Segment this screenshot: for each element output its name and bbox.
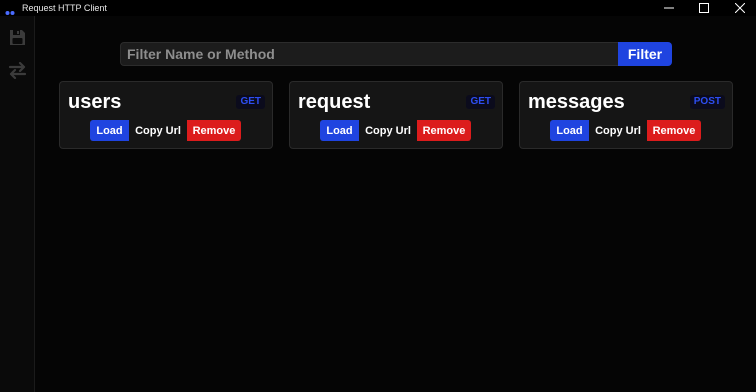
sidebar-item-save[interactable] bbox=[7, 27, 27, 47]
method-badge: POST bbox=[689, 95, 725, 109]
method-badge: GET bbox=[466, 95, 495, 109]
save-icon bbox=[9, 29, 25, 45]
close-button[interactable] bbox=[727, 0, 753, 16]
card-actions: Load Copy Url Remove bbox=[550, 120, 701, 141]
title-bar: Request HTTP Client bbox=[0, 0, 756, 16]
request-name: messages bbox=[528, 91, 625, 113]
load-button[interactable]: Load bbox=[90, 120, 129, 141]
app-logo-icon bbox=[5, 4, 15, 15]
remove-button[interactable]: Remove bbox=[187, 120, 241, 141]
remove-button[interactable]: Remove bbox=[417, 120, 471, 141]
method-badge: GET bbox=[236, 95, 265, 109]
request-name: users bbox=[68, 91, 122, 113]
card-actions: Load Copy Url Remove bbox=[320, 120, 471, 141]
request-card-request: request GET Load Copy Url Remove bbox=[289, 81, 503, 149]
copy-url-button[interactable]: Copy Url bbox=[129, 120, 187, 141]
request-card-users: users GET Load Copy Url Remove bbox=[59, 81, 273, 149]
minimize-button[interactable] bbox=[656, 0, 682, 16]
remove-button[interactable]: Remove bbox=[647, 120, 701, 141]
swap-icon bbox=[8, 61, 26, 79]
request-name: request bbox=[298, 91, 371, 113]
card-actions: Load Copy Url Remove bbox=[90, 120, 241, 141]
request-card-messages: messages POST Load Copy Url Remove bbox=[519, 81, 733, 149]
filter-input[interactable] bbox=[120, 42, 620, 66]
close-icon bbox=[735, 3, 745, 13]
copy-url-button[interactable]: Copy Url bbox=[589, 120, 647, 141]
maximize-button[interactable] bbox=[691, 0, 717, 16]
filter-button[interactable]: Filter bbox=[618, 42, 672, 66]
maximize-icon bbox=[699, 3, 709, 13]
minimize-icon bbox=[664, 7, 674, 9]
load-button[interactable]: Load bbox=[320, 120, 359, 141]
load-button[interactable]: Load bbox=[550, 120, 589, 141]
window-title: Request HTTP Client bbox=[22, 3, 107, 13]
copy-url-button[interactable]: Copy Url bbox=[359, 120, 417, 141]
sidebar bbox=[0, 16, 35, 392]
sidebar-item-swap[interactable] bbox=[7, 60, 27, 80]
